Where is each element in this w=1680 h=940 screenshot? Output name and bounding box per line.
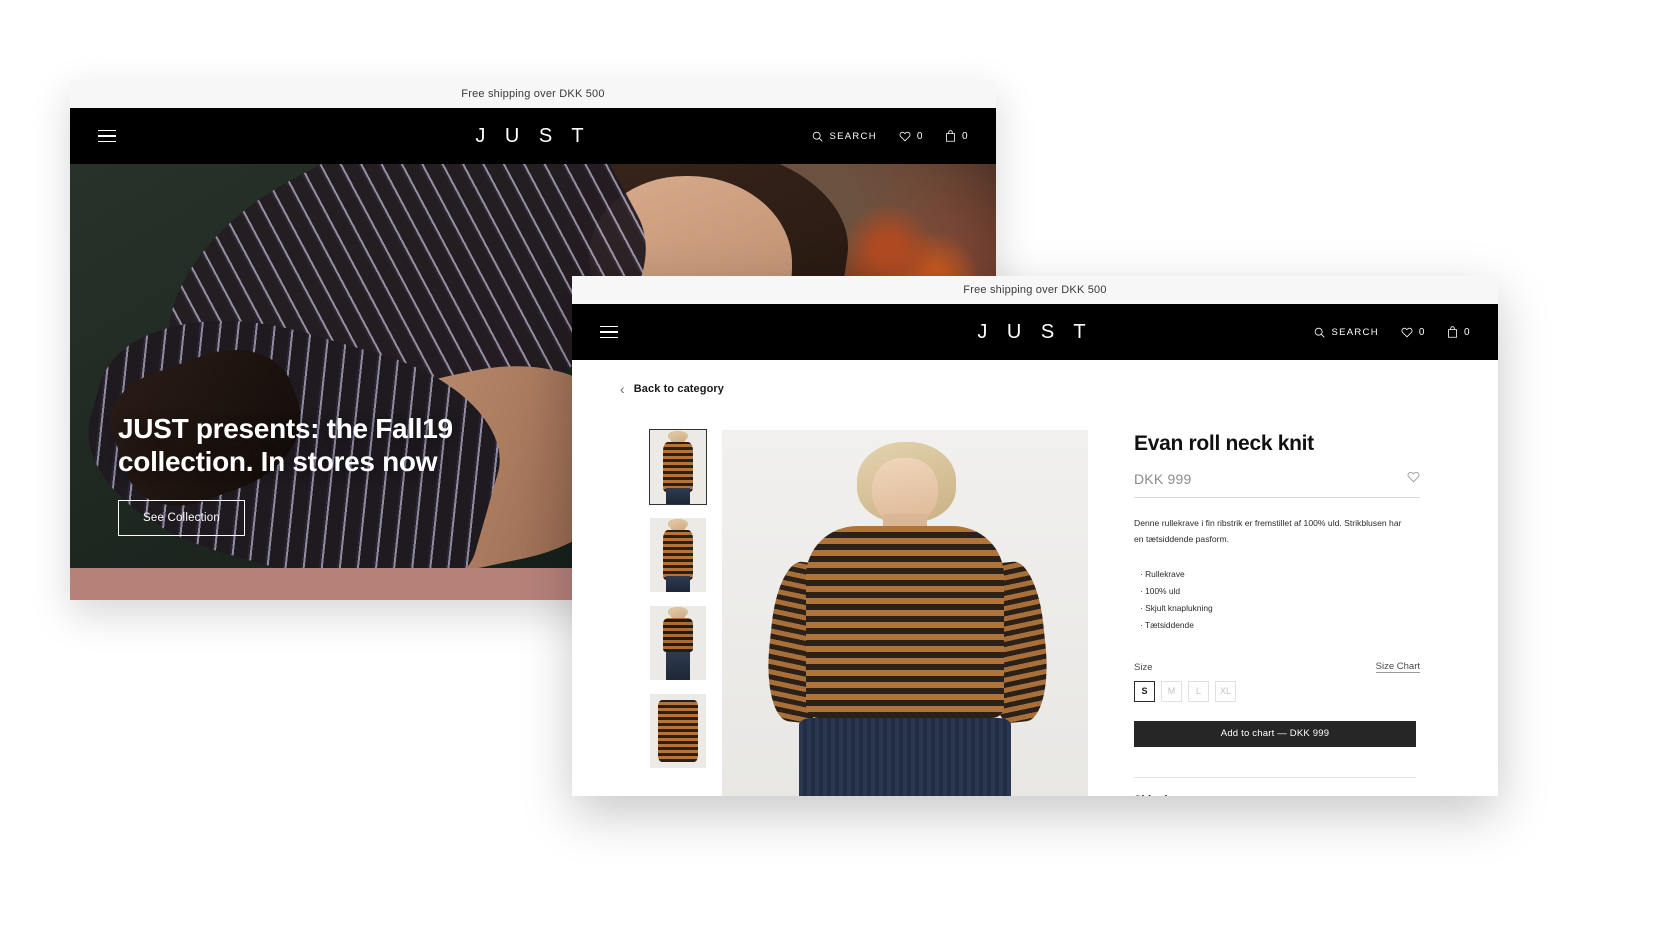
back-to-category-link[interactable]: ‹ Back to category [572, 360, 1498, 396]
hamburger-icon[interactable] [600, 325, 618, 339]
price-row: DKK 999 [1134, 470, 1420, 498]
thumbnail-1[interactable] [649, 429, 707, 505]
product-price: DKK 999 [1134, 471, 1192, 487]
size-option-s[interactable]: S [1134, 680, 1155, 702]
cart-count: 0 [961, 130, 968, 142]
shipping-title: Shipping [1134, 794, 1181, 796]
size-label: Size [1134, 661, 1153, 673]
wishlist-count: 0 [916, 130, 923, 142]
product-main-image[interactable] [722, 430, 1088, 796]
size-option-xl[interactable]: XL [1215, 680, 1236, 702]
add-to-cart-button[interactable]: Add to chart — DKK 999 [1134, 720, 1416, 747]
product-gallery [602, 418, 1088, 796]
hamburger-line [98, 140, 116, 143]
product-knit-garment [806, 526, 1004, 718]
home-header: J U S T SEARCH 0 0 [70, 108, 996, 164]
thumbnail-knit [663, 529, 693, 581]
thumbnail-jeans [665, 651, 691, 680]
thumbnail-jeans [665, 575, 691, 592]
wishlist-count: 0 [1418, 326, 1425, 338]
product-feature-list: Rullekrave 100% uld Skjult knaplukning T… [1134, 566, 1420, 635]
search-label: SEARCH [829, 130, 877, 142]
wishlist-button[interactable]: 0 [899, 131, 923, 142]
heart-icon [1401, 327, 1413, 338]
product-announcement-bar: Free shipping over DKK 500 [572, 276, 1498, 304]
feature-item: Skjult knaplukning [1140, 600, 1420, 617]
thumbnail-list [649, 429, 707, 796]
thumbnail-knit [663, 441, 693, 493]
cart-button[interactable]: 0 [945, 130, 968, 142]
wishlist-button[interactable]: 0 [1401, 327, 1425, 338]
size-section-header: Size Size Chart [1134, 661, 1420, 673]
thumbnail-knit [663, 617, 693, 652]
product-header: J U S T SEARCH 0 0 [572, 304, 1498, 360]
chevron-left-icon: ‹ [620, 381, 625, 397]
shipping-section-header[interactable]: Shipping − [1134, 776, 1416, 796]
screenshot-stage: Free shipping over DKK 500 J U S T SEARC… [0, 0, 1680, 940]
heart-icon [899, 131, 911, 142]
thumbnail-jeans [665, 487, 691, 504]
search-icon [812, 131, 824, 142]
add-to-wishlist-icon[interactable] [1407, 470, 1420, 488]
thumbnail-knit [657, 699, 699, 763]
feature-item: Rullekrave [1140, 566, 1420, 583]
back-to-category-label: Back to category [633, 383, 725, 395]
feature-item: 100% uld [1140, 583, 1420, 600]
size-option-m[interactable]: M [1161, 680, 1182, 702]
shopping-bag-icon [945, 130, 956, 142]
hamburger-line [600, 336, 618, 339]
thumbnail-4[interactable] [650, 694, 706, 768]
thumbnail-3[interactable] [650, 606, 706, 680]
hero-heading: JUST presents: the Fall19 collection. In… [118, 412, 453, 477]
hamburger-line [98, 135, 116, 137]
product-description: Denne rullekrave i fin ribstrik er frems… [1134, 518, 1402, 544]
product-info-panel: Evan roll neck knit DKK 999 Denne rullek… [1088, 418, 1468, 796]
hamburger-line [600, 331, 618, 333]
shopping-bag-icon [1447, 326, 1458, 338]
product-title: Evan roll neck knit [1134, 432, 1314, 455]
feature-item: Tætsiddende [1140, 617, 1420, 634]
hamburger-line [600, 325, 618, 328]
cart-count: 0 [1463, 326, 1470, 338]
search-label: SEARCH [1331, 326, 1379, 338]
product-detail-body: Evan roll neck knit DKK 999 Denne rullek… [572, 396, 1498, 796]
search-button[interactable]: SEARCH [812, 131, 876, 142]
announcement-bar: Free shipping over DKK 500 [70, 80, 996, 108]
hamburger-icon[interactable] [98, 129, 116, 143]
search-button[interactable]: SEARCH [1314, 327, 1378, 338]
announcement-text: Free shipping over DKK 500 [461, 88, 605, 100]
size-option-l[interactable]: L [1188, 680, 1209, 702]
size-chart-link[interactable]: Size Chart [1375, 661, 1420, 673]
announcement-text: Free shipping over DKK 500 [963, 284, 1107, 296]
hamburger-line [98, 129, 116, 132]
shipping-collapse-icon[interactable]: − [1409, 794, 1416, 796]
product-model-jeans [798, 718, 1012, 796]
cart-button[interactable]: 0 [1447, 326, 1470, 338]
search-icon [1314, 327, 1326, 338]
product-nav-actions: SEARCH 0 0 [1314, 326, 1470, 338]
home-nav-actions: SEARCH 0 0 [812, 130, 968, 142]
thumbnail-2[interactable] [650, 518, 706, 592]
see-collection-button[interactable]: See Collection [118, 500, 245, 536]
size-selector: S M L XL [1134, 680, 1420, 702]
hero-copy: JUST presents: the Fall19 collection. In… [118, 412, 548, 536]
product-window: Free shipping over DKK 500 J U S T SEARC… [572, 276, 1498, 796]
